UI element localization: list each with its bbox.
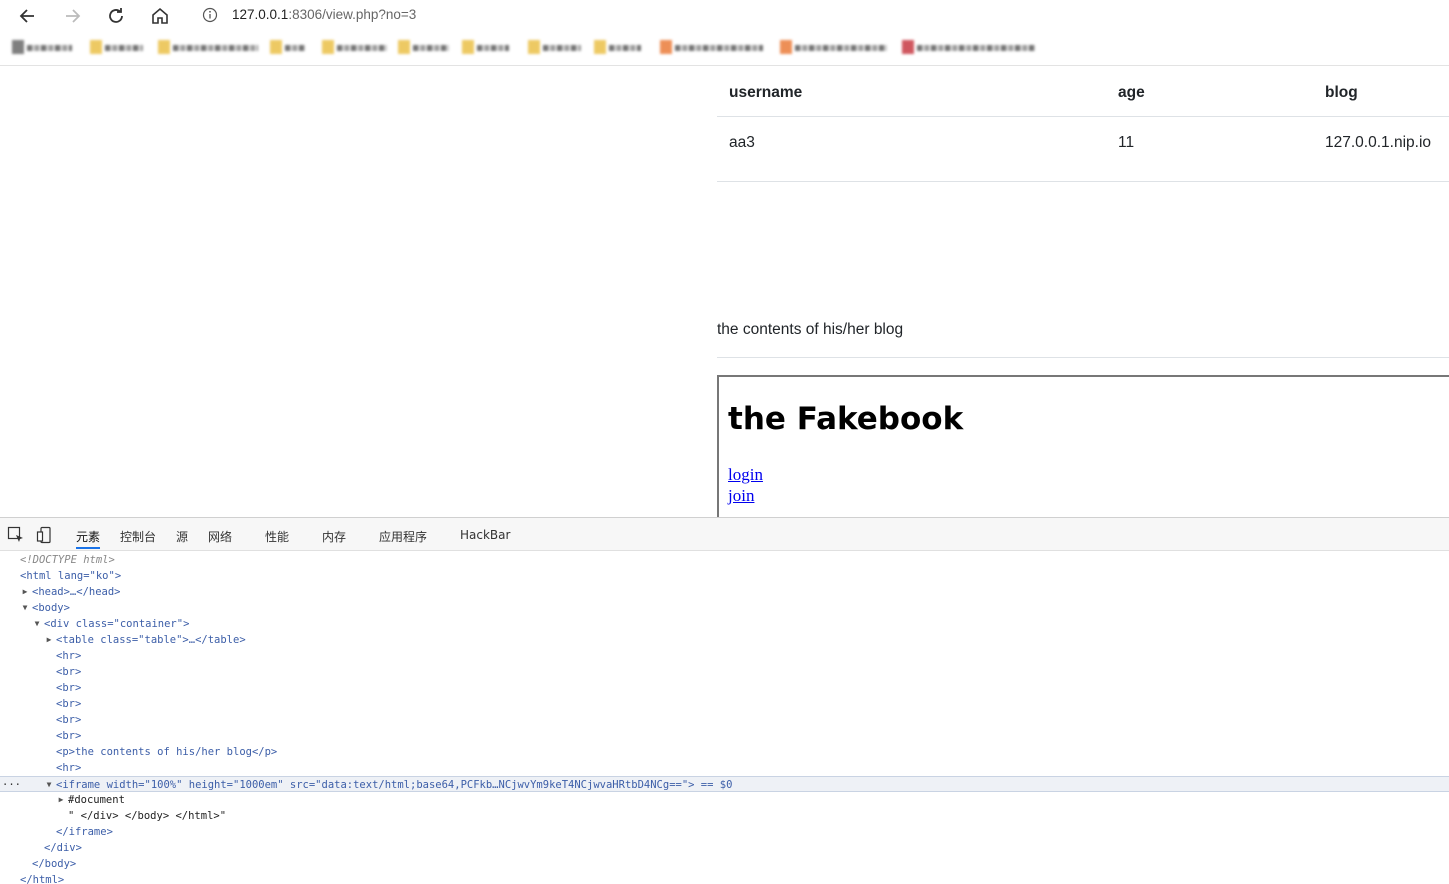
join-link[interactable]: join [728, 486, 754, 506]
devtools-panel: 元素 控制台 源 网络 性能 内存 应用程序 HackBar <!DOCTYPE… [0, 517, 1449, 884]
bookmark-item[interactable] [902, 40, 1038, 54]
bookmark-item[interactable] [528, 40, 584, 54]
table-row: aa3 11 127.0.0.1.nip.io [717, 117, 1449, 182]
dom-line-selected[interactable]: ··· ▼ <iframe width="100%" height="1000em"… [0, 776, 1449, 792]
dom-line[interactable]: <br> [0, 728, 1449, 744]
arrow-right-icon [66, 9, 81, 23]
bookmark-item[interactable] [12, 40, 74, 54]
divider [717, 357, 1449, 358]
bookmark-item[interactable] [270, 40, 308, 54]
dom-line[interactable]: ▶ <head>…</head> [0, 584, 1449, 600]
address-bar[interactable]: 127.0.0.1:8306/view.php?no=3 [188, 1, 1449, 30]
inspect-element-icon[interactable] [7, 526, 25, 544]
tab-application[interactable]: 应用程序 [379, 528, 427, 545]
bookmark-item[interactable] [594, 40, 644, 54]
url-path: :8306/view.php?no=3 [288, 7, 417, 22]
forward-button[interactable] [60, 4, 84, 28]
url-host: 127.0.0.1 [232, 7, 289, 22]
header-blog: blog [1325, 84, 1358, 101]
bookmark-item[interactable] [780, 40, 890, 54]
bookmark-item[interactable] [660, 40, 766, 54]
tab-hackbar[interactable]: HackBar [460, 528, 510, 542]
dom-line[interactable]: <html lang="ko"> [0, 568, 1449, 584]
info-icon[interactable] [202, 7, 218, 23]
login-link[interactable]: login [728, 465, 763, 485]
active-tab-indicator [76, 547, 100, 549]
dom-line[interactable]: </iframe> [0, 824, 1449, 840]
page-content: username age blog aa3 11 127.0.0.1.nip.i… [0, 67, 1449, 517]
dom-line[interactable]: <!DOCTYPE html> [0, 552, 1449, 568]
home-icon [152, 7, 168, 24]
expand-arrow-icon[interactable]: ▼ [32, 616, 42, 632]
reload-icon [109, 8, 123, 23]
dom-line[interactable]: <br> [0, 664, 1449, 680]
blog-iframe[interactable]: the Fakebook login join [717, 375, 1449, 517]
expand-arrow-icon[interactable]: ▼ [20, 600, 30, 616]
tab-elements[interactable]: 元素 [76, 528, 100, 545]
tab-memory[interactable]: 内存 [322, 528, 346, 545]
dom-line[interactable]: </html> [0, 872, 1449, 884]
table-header-row: username age blog [717, 67, 1449, 117]
back-button[interactable] [16, 4, 40, 28]
url-text[interactable]: 127.0.0.1:8306/view.php?no=3 [232, 7, 416, 22]
dom-line[interactable]: ▶ <table class="table">…</table> [0, 632, 1449, 648]
fakebook-title: the Fakebook [728, 401, 964, 437]
browser-toolbar: 127.0.0.1:8306/view.php?no=3 [0, 0, 1449, 32]
dom-line[interactable]: ▼ <body> [0, 600, 1449, 616]
collapse-arrow-icon[interactable]: ▶ [56, 792, 66, 808]
expand-arrow-icon[interactable]: ▼ [44, 777, 54, 793]
dom-line[interactable]: <br> [0, 712, 1449, 728]
bookmarks-bar [0, 32, 1449, 66]
reload-button[interactable] [104, 4, 128, 28]
tab-sources[interactable]: 源 [176, 528, 188, 545]
bookmark-item[interactable] [322, 40, 388, 54]
bookmark-item[interactable] [158, 40, 260, 54]
dom-line[interactable]: " </div> </body> </html>" [0, 808, 1449, 824]
more-options-icon[interactable]: ··· [2, 777, 21, 793]
tab-console[interactable]: 控制台 [120, 528, 156, 545]
dom-line[interactable]: <br> [0, 680, 1449, 696]
dom-line[interactable]: </div> [0, 840, 1449, 856]
blog-contents-label: the contents of his/her blog [717, 321, 904, 338]
dom-line[interactable]: <p>the contents of his/her blog</p> [0, 744, 1449, 760]
bookmark-item[interactable] [462, 40, 512, 54]
bookmark-item[interactable] [398, 40, 452, 54]
devtools-tabbar: 元素 控制台 源 网络 性能 内存 应用程序 HackBar [0, 518, 1449, 551]
arrow-left-icon [19, 9, 34, 23]
header-username: username [729, 84, 803, 101]
dom-line[interactable]: <hr> [0, 648, 1449, 664]
collapse-arrow-icon[interactable]: ▶ [20, 584, 30, 600]
tab-performance[interactable]: 性能 [265, 528, 289, 545]
header-age: age [1118, 84, 1145, 101]
collapse-arrow-icon[interactable]: ▶ [44, 632, 54, 648]
bookmark-item[interactable] [90, 40, 146, 54]
dom-line[interactable]: <hr> [0, 760, 1449, 776]
device-toolbar-icon[interactable] [36, 526, 54, 544]
tab-network[interactable]: 网络 [208, 528, 232, 545]
dom-line[interactable]: </body> [0, 856, 1449, 872]
cell-blog: 127.0.0.1.nip.io [1325, 134, 1432, 151]
home-button[interactable] [148, 4, 172, 28]
cell-username: aa3 [729, 134, 755, 151]
dom-line[interactable]: ▶ #document [0, 792, 1449, 808]
dom-tree: <!DOCTYPE html> <html lang="ko"> ▶ <head>… [0, 552, 1449, 884]
cell-age: 11 [1118, 134, 1135, 151]
dom-line[interactable]: <br> [0, 696, 1449, 712]
dom-line[interactable]: ▼ <div class="container"> [0, 616, 1449, 632]
